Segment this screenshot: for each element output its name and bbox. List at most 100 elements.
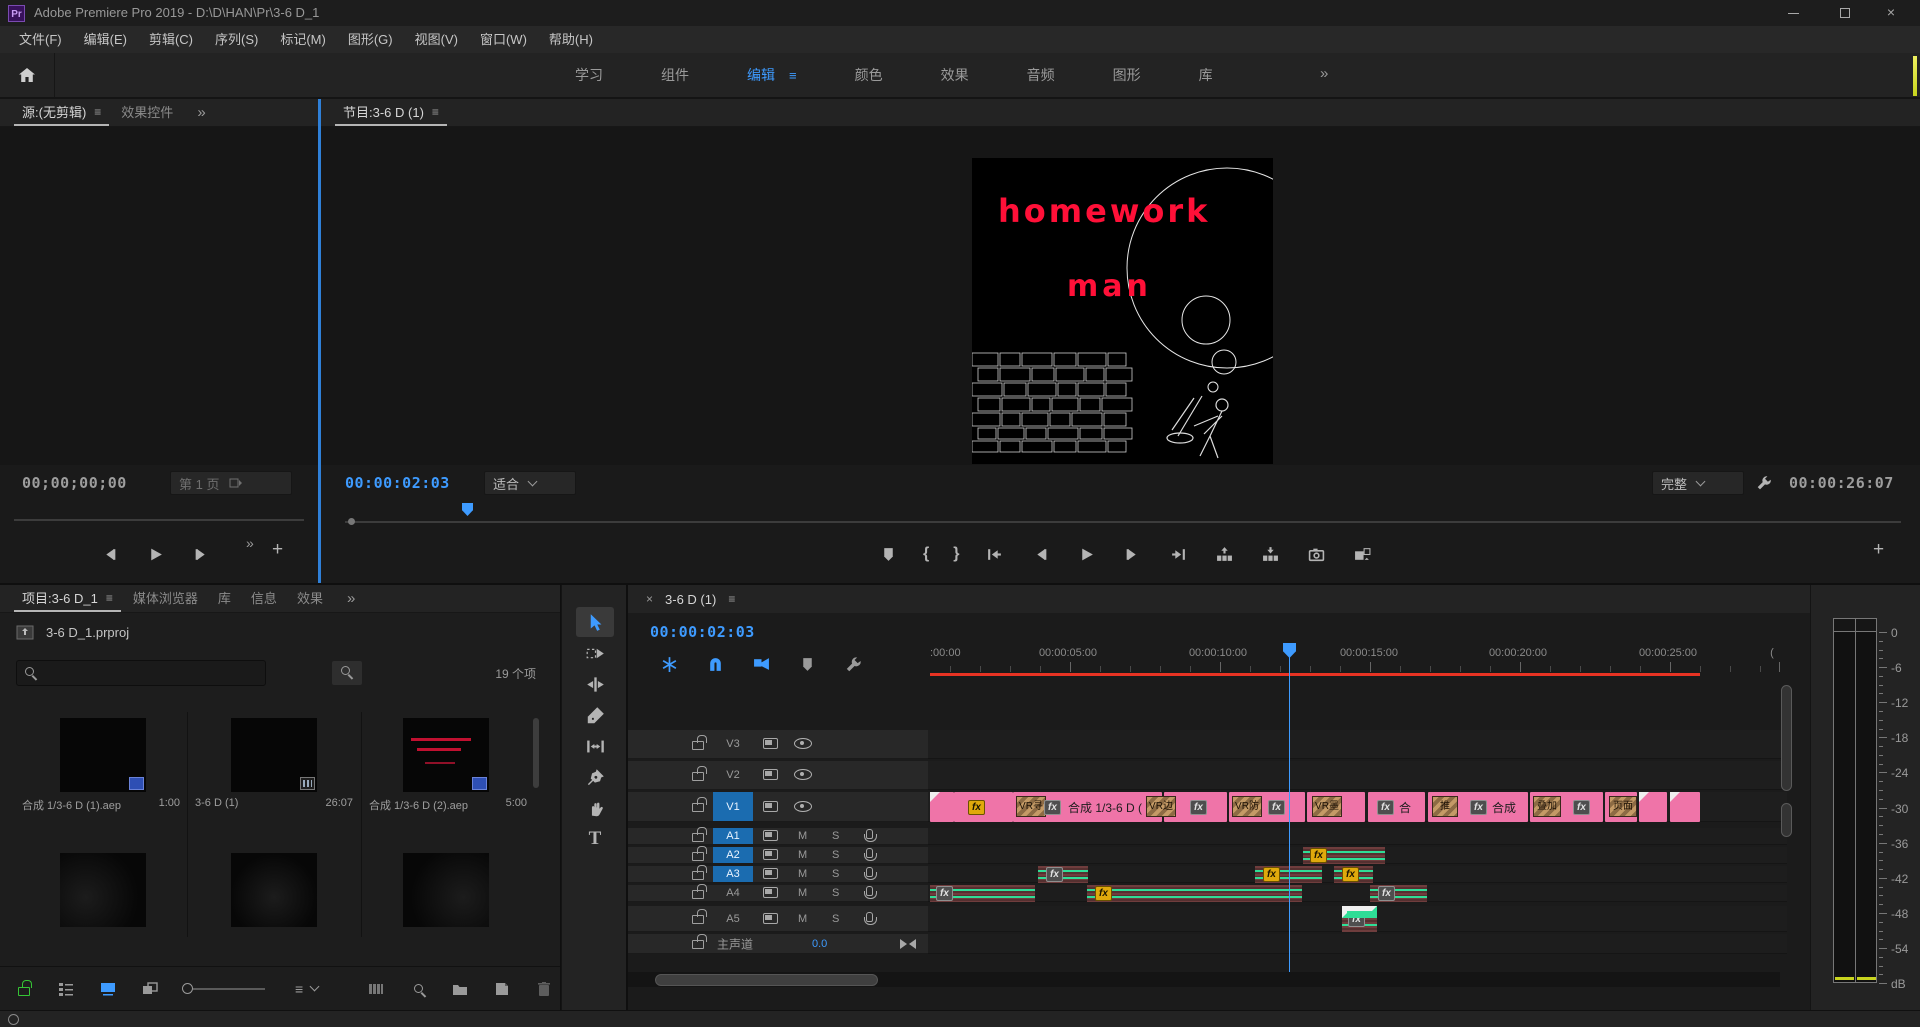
go-to-out-button[interactable] [1167, 543, 1189, 565]
delete-button[interactable] [534, 979, 554, 999]
minimize-button[interactable] [1770, 0, 1816, 26]
selection-tool[interactable] [576, 607, 614, 637]
freeform-view-button[interactable] [140, 979, 160, 999]
track-target-button[interactable]: A5 [713, 906, 753, 931]
play-button[interactable] [144, 543, 166, 565]
track-target-button[interactable]: V1 [713, 792, 753, 821]
video-lane-V2[interactable] [928, 761, 1787, 790]
source-page-select[interactable]: 第 1 页 [170, 471, 292, 495]
export-frame-button[interactable] [1305, 543, 1327, 565]
add-marker-button[interactable] [877, 543, 899, 565]
mute-button[interactable]: M [798, 830, 807, 842]
menu-item[interactable]: 视图(V) [404, 26, 469, 53]
tab-效果[interactable]: 效果 [287, 585, 333, 613]
menu-item[interactable]: 文件(F) [8, 26, 73, 53]
step-back-button[interactable] [1029, 543, 1051, 565]
source-patch-icon[interactable] [763, 887, 778, 898]
fx-badge[interactable]: fx [1268, 800, 1285, 815]
project-item-thumbnail[interactable] [60, 853, 146, 927]
video-lane-V3[interactable] [928, 730, 1787, 759]
fx-badge[interactable]: fx [1378, 886, 1395, 901]
tab-信息[interactable]: 信息 [241, 585, 287, 613]
source-patch-icon[interactable] [763, 830, 778, 841]
meter-bars[interactable] [1833, 632, 1877, 983]
menu-item[interactable]: 窗口(W) [469, 26, 538, 53]
solo-button[interactable]: S [832, 849, 839, 861]
project-item-thumbnail[interactable] [60, 718, 146, 792]
mark-out-button[interactable]: } [953, 545, 959, 563]
timeline-timecode[interactable]: 00:00:02:03 [650, 623, 755, 641]
solo-button[interactable]: S [832, 830, 839, 842]
program-playhead-marker[interactable] [462, 503, 473, 516]
voiceover-record-icon[interactable] [866, 848, 873, 858]
maximize-button[interactable] [1822, 0, 1868, 26]
settings-wrench-icon[interactable] [1756, 475, 1772, 494]
project-item-label[interactable]: 3-6 D (1)26:07 [195, 797, 353, 813]
extract-button[interactable] [1259, 543, 1281, 565]
linked-selection-button[interactable] [750, 653, 772, 675]
menu-item[interactable]: 编辑(E) [73, 26, 138, 53]
fx-badge-yellow[interactable]: fx [1310, 848, 1327, 863]
new-bin-button[interactable] [450, 979, 470, 999]
solo-button[interactable]: S [832, 913, 839, 925]
sort-button[interactable]: ≡ [295, 981, 318, 997]
zoom-level-select[interactable]: 适合 [484, 471, 576, 495]
panel-menu-icon[interactable]: ≡ [432, 99, 439, 126]
workspace-tab-库[interactable]: 库 [1199, 65, 1213, 85]
tabs-overflow-icon[interactable]: » [197, 104, 205, 121]
program-button-editor[interactable]: + [1873, 539, 1884, 561]
panel-menu-icon[interactable]: ≡ [728, 592, 735, 606]
workspace-tab-音频[interactable]: 音频 [1027, 65, 1055, 85]
project-writable-icon[interactable] [14, 979, 34, 999]
track-target-button[interactable]: A2 [713, 847, 753, 863]
project-scrollbar[interactable] [533, 718, 539, 788]
playback-resolution-select[interactable]: 完整 [1652, 471, 1744, 495]
source-patch-icon[interactable] [763, 769, 778, 780]
close-sequence-icon[interactable]: × [646, 592, 653, 606]
track-target-button[interactable]: V3 [713, 730, 753, 758]
source-patch-icon[interactable] [763, 801, 778, 812]
workspace-tab-编辑[interactable]: 编辑≡ [747, 65, 797, 85]
tab-效果控件[interactable]: 效果控件 [111, 99, 183, 127]
voiceover-record-icon[interactable] [866, 886, 873, 896]
source-patch-icon[interactable] [763, 913, 778, 924]
program-scrub-bar[interactable] [345, 521, 1901, 523]
fx-badge[interactable]: fx [1044, 800, 1061, 815]
ripple-edit-tool[interactable] [576, 669, 614, 699]
source-button-overflow[interactable]: » [246, 535, 254, 551]
voiceover-record-icon[interactable] [866, 912, 873, 922]
mute-button[interactable]: M [798, 849, 807, 861]
slip-tool[interactable] [576, 731, 614, 761]
v1-clip[interactable] [1639, 792, 1667, 822]
search-input[interactable] [16, 660, 266, 686]
fx-badge[interactable]: fx [936, 886, 953, 901]
project-item-thumbnail[interactable] [231, 853, 317, 927]
track-lock-icon[interactable] [692, 833, 704, 842]
tab-源:(无剪辑)[interactable]: 源:(无剪辑)≡ [12, 99, 111, 127]
track-lock-icon[interactable] [692, 890, 704, 899]
source-patch-icon[interactable] [763, 868, 778, 879]
solo-button[interactable]: S [832, 868, 839, 880]
audio-scrollbar[interactable] [1781, 803, 1792, 837]
track-target-button[interactable]: A4 [713, 885, 753, 901]
automate-to-sequence-button[interactable] [366, 979, 386, 999]
horizontal-scrollbar[interactable] [655, 974, 878, 986]
tab-库[interactable]: 库 [208, 585, 241, 613]
track-target-button[interactable]: A3 [713, 866, 753, 882]
tab-program[interactable]: 节目:3-6 D (1)≡ [333, 99, 449, 127]
track-lock-icon[interactable] [692, 940, 704, 949]
toggle-track-output-icon[interactable] [794, 738, 812, 749]
fx-badge-yellow[interactable]: fx [1342, 867, 1359, 882]
tab-媒体浏览器[interactable]: 媒体浏览器 [123, 585, 208, 613]
step-forward-button[interactable] [1121, 543, 1143, 565]
play-button[interactable] [1075, 543, 1097, 565]
search-bin-button[interactable] [332, 661, 362, 685]
icon-view-button[interactable] [98, 979, 118, 999]
voiceover-record-icon[interactable] [866, 829, 873, 839]
source-button-editor[interactable]: + [272, 539, 283, 561]
time-ruler[interactable]: :00:0000:00:05:0000:00:10:0000:00:15:000… [928, 645, 1787, 673]
source-scrub-bar[interactable] [14, 519, 304, 521]
menu-item[interactable]: 序列(S) [204, 26, 269, 53]
track-lock-icon[interactable] [692, 772, 704, 781]
hand-tool[interactable] [576, 793, 614, 823]
